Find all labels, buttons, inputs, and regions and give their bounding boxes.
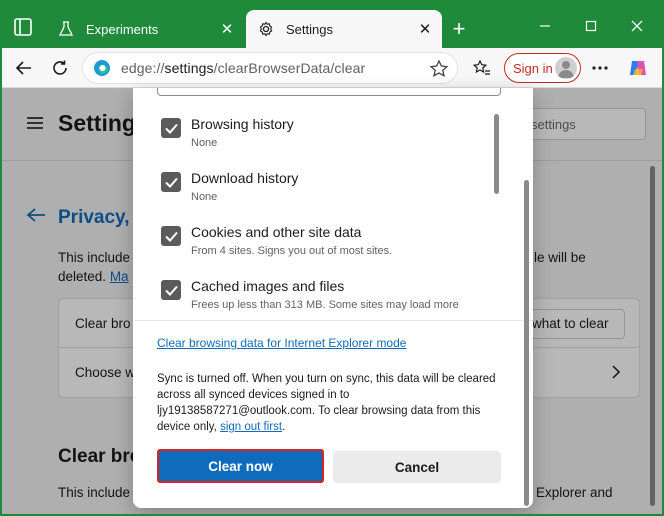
checkbox-description: Frees up less than 313 MB. Some sites ma…: [191, 299, 459, 311]
refresh-icon[interactable]: [46, 54, 74, 82]
close-tab-icon[interactable]: ✕: [412, 16, 438, 42]
checkmark-icon[interactable]: [161, 172, 181, 192]
new-tab-button[interactable]: +: [446, 16, 472, 42]
favorites-icon[interactable]: [468, 54, 496, 82]
clear-now-button[interactable]: Clear now: [157, 449, 324, 483]
checkbox-label: Cached images and files: [191, 278, 345, 294]
close-tab-icon[interactable]: ✕: [214, 16, 240, 42]
checkbox-description: None: [191, 137, 218, 149]
tab-settings[interactable]: Settings ✕: [246, 10, 442, 48]
browser-toolbar: edge://settings/clearBrowserData/clear S…: [2, 48, 662, 88]
sign-out-link[interactable]: sign out first: [220, 421, 282, 433]
tab-label: Experiments: [86, 21, 159, 37]
address-bar[interactable]: edge://settings/clearBrowserData/clear: [82, 52, 458, 84]
dialog-scrollbar[interactable]: [494, 114, 499, 194]
gear-icon: [258, 21, 274, 37]
checkmark-icon[interactable]: [161, 280, 181, 300]
divider: [133, 320, 533, 321]
copilot-icon[interactable]: [624, 54, 652, 82]
tab-label: Settings: [286, 21, 333, 37]
sign-in-label: Sign in: [513, 60, 553, 76]
time-range-dropdown[interactable]: [157, 88, 501, 96]
dialog-outer-scrollbar[interactable]: [524, 180, 529, 506]
close-window-icon[interactable]: [614, 12, 660, 40]
tab-actions-icon[interactable]: [12, 16, 34, 38]
sync-notice: Sync is turned off. When you turn on syn…: [157, 373, 496, 433]
checkbox-label: Browsing history: [191, 116, 294, 132]
tab-experiments[interactable]: Experiments ✕: [46, 10, 244, 48]
clear-browsing-data-dialog: Browsing history None Download history N…: [133, 88, 533, 508]
edge-logo-icon: [94, 60, 110, 76]
url-text: edge://settings/clearBrowserData/clear: [121, 60, 366, 76]
favorite-star-icon[interactable]: [429, 59, 449, 79]
checkbox-label: Cookies and other site data: [191, 224, 362, 240]
tab-strip: Experiments ✕ Settings ✕ +: [2, 2, 662, 48]
checkbox-description: From 4 sites. Signs you out of most site…: [191, 245, 393, 257]
checkbox-label: Download history: [191, 170, 299, 186]
checkbox-description: None: [191, 191, 218, 203]
checkmark-icon[interactable]: [161, 226, 181, 246]
browser-window: Experiments ✕ Settings ✕ + edge://settin…: [0, 0, 664, 516]
minimize-icon[interactable]: [522, 12, 568, 40]
more-options-icon[interactable]: [586, 54, 614, 82]
back-arrow-icon[interactable]: [10, 54, 38, 82]
checkmark-icon[interactable]: [161, 118, 181, 138]
maximize-icon[interactable]: [568, 12, 614, 40]
avatar-icon: [555, 57, 577, 79]
cancel-button[interactable]: Cancel: [333, 451, 501, 483]
flask-icon: [58, 21, 74, 37]
clear-ie-mode-link[interactable]: Clear browsing data for Internet Explore…: [157, 336, 406, 350]
sign-in-button[interactable]: Sign in: [504, 53, 581, 83]
